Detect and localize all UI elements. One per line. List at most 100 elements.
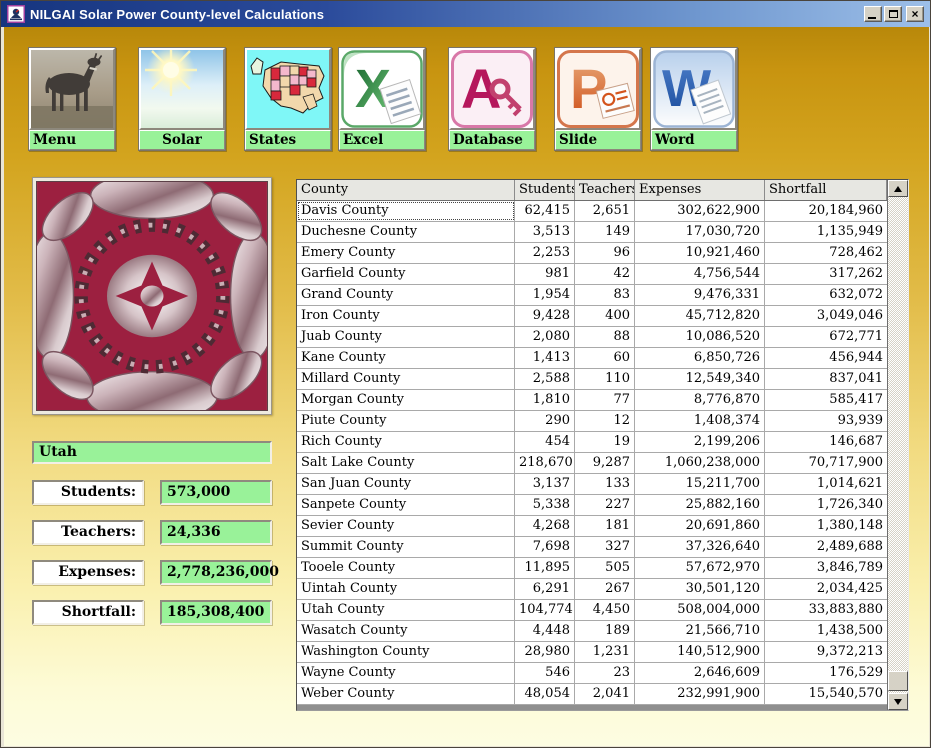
column-header-county[interactable]: County — [297, 180, 515, 200]
table-row[interactable]: Kane County 1,413 60 6,850,726 456,944 — [297, 348, 887, 369]
column-header-shortfall[interactable]: Shortfall — [765, 180, 887, 200]
toolbar-button-excel[interactable]: X Excel — [338, 47, 426, 151]
toolbar-button-slide[interactable]: P Slide — [554, 47, 642, 151]
excel-logo-icon: X — [339, 48, 425, 130]
expenses-cell: 302,622,900 — [635, 201, 765, 221]
table-row[interactable]: Utah County 104,774 4,450 508,004,000 33… — [297, 600, 887, 621]
toolbar-button-database[interactable]: A Database — [448, 47, 536, 151]
teachers-cell: 400 — [575, 306, 635, 326]
toolbar-button-states[interactable]: States — [244, 47, 332, 151]
teachers-cell: 133 — [575, 474, 635, 494]
arrow-up-icon — [894, 186, 902, 192]
county-cell: Summit County — [297, 537, 515, 557]
close-button[interactable]: × — [906, 6, 924, 22]
table-row[interactable]: Duchesne County 3,513 149 17,030,720 1,1… — [297, 222, 887, 243]
table-row[interactable]: Summit County 7,698 327 37,326,640 2,489… — [297, 537, 887, 558]
us-map-icon — [245, 48, 331, 130]
teachers-cell: 227 — [575, 495, 635, 515]
shortfall-cell: 585,417 — [765, 390, 887, 410]
table-row[interactable]: Juab County 2,080 88 10,086,520 672,771 — [297, 327, 887, 348]
table-row[interactable]: Salt Lake County 218,670 9,287 1,060,238… — [297, 453, 887, 474]
expenses-cell: 8,776,870 — [635, 390, 765, 410]
expenses-cell: 10,086,520 — [635, 327, 765, 347]
students-cell: 9,428 — [515, 306, 575, 326]
scroll-down-button[interactable] — [888, 693, 908, 710]
county-cell: San Juan County — [297, 474, 515, 494]
students-cell: 981 — [515, 264, 575, 284]
expenses-label: Expenses: — [32, 560, 144, 585]
state-name-field[interactable]: Utah — [32, 441, 272, 464]
expenses-cell: 20,691,860 — [635, 516, 765, 536]
table-row[interactable]: Millard County 2,588 110 12,549,340 837,… — [297, 369, 887, 390]
maximize-button[interactable] — [884, 6, 902, 22]
shortfall-cell: 317,262 — [765, 264, 887, 284]
scrollbar-thumb[interactable] — [888, 671, 908, 691]
table-row[interactable]: Wasatch County 4,448 189 21,566,710 1,43… — [297, 621, 887, 642]
teachers-cell: 9,287 — [575, 453, 635, 473]
teachers-cell: 505 — [575, 558, 635, 578]
table-row[interactable]: Wayne County 546 23 2,646,609 176,529 — [297, 663, 887, 684]
teachers-cell: 23 — [575, 663, 635, 683]
vertical-scrollbar[interactable] — [887, 180, 908, 710]
shortfall-cell: 176,529 — [765, 663, 887, 683]
expenses-cell: 30,501,120 — [635, 579, 765, 599]
table-row[interactable]: Iron County 9,428 400 45,712,820 3,049,0… — [297, 306, 887, 327]
shortfall-cell: 2,489,688 — [765, 537, 887, 557]
toolbar-button-menu[interactable]: Menu — [28, 47, 116, 151]
shortfall-cell: 1,135,949 — [765, 222, 887, 242]
teachers-cell: 189 — [575, 621, 635, 641]
toolbar-button-solar[interactable]: Solar — [138, 47, 226, 151]
table-row[interactable]: Morgan County 1,810 77 8,776,870 585,417 — [297, 390, 887, 411]
teachers-cell: 96 — [575, 243, 635, 263]
county-cell: Sevier County — [297, 516, 515, 536]
county-cell: Utah County — [297, 600, 515, 620]
fractal-image — [32, 177, 272, 415]
shortfall-cell: 146,687 — [765, 432, 887, 452]
table-row[interactable]: San Juan County 3,137 133 15,211,700 1,0… — [297, 474, 887, 495]
expenses-cell: 21,566,710 — [635, 621, 765, 641]
minimize-button[interactable] — [864, 6, 882, 22]
teachers-cell: 19 — [575, 432, 635, 452]
scroll-up-button[interactable] — [888, 180, 908, 197]
table-row[interactable]: Piute County 290 12 1,408,374 93,939 — [297, 411, 887, 432]
students-cell: 290 — [515, 411, 575, 431]
expenses-field[interactable]: 2,778,236,000 — [160, 560, 272, 585]
toolbar-label-database: Database — [449, 130, 535, 150]
table-row[interactable]: Emery County 2,253 96 10,921,460 728,462 — [297, 243, 887, 264]
table-row[interactable]: Tooele County 11,895 505 57,672,970 3,84… — [297, 558, 887, 579]
table-row[interactable]: Sanpete County 5,338 227 25,882,160 1,72… — [297, 495, 887, 516]
table-row[interactable]: Grand County 1,954 83 9,476,331 632,072 — [297, 285, 887, 306]
students-cell: 4,268 — [515, 516, 575, 536]
toolbar-label-excel: Excel — [339, 130, 425, 150]
teachers-cell: 77 — [575, 390, 635, 410]
expenses-cell: 25,882,160 — [635, 495, 765, 515]
table-row[interactable]: Weber County 48,054 2,041 232,991,900 15… — [297, 684, 887, 705]
column-header-expenses[interactable]: Expenses — [635, 180, 765, 200]
table-row[interactable]: Garfield County 981 42 4,756,544 317,262 — [297, 264, 887, 285]
shortfall-cell: 2,034,425 — [765, 579, 887, 599]
shortfall-cell: 1,726,340 — [765, 495, 887, 515]
table-row[interactable]: Davis County 62,415 2,651 302,622,900 20… — [297, 201, 887, 222]
table-row[interactable]: Washington County 28,980 1,231 140,512,9… — [297, 642, 887, 663]
students-cell: 1,413 — [515, 348, 575, 368]
teachers-cell: 2,041 — [575, 684, 635, 704]
students-field[interactable]: 573,000 — [160, 480, 272, 505]
window-controls: × — [864, 6, 924, 22]
teachers-field[interactable]: 24,336 — [160, 520, 272, 545]
county-cell: Davis County — [297, 201, 515, 221]
teachers-cell: 327 — [575, 537, 635, 557]
table-row[interactable]: Uintah County 6,291 267 30,501,120 2,034… — [297, 579, 887, 600]
column-header-students[interactable]: Students — [515, 180, 575, 200]
county-cell: Uintah County — [297, 579, 515, 599]
shortfall-field[interactable]: 185,308,400 — [160, 600, 272, 625]
toolbar-button-word[interactable]: W Word — [650, 47, 738, 151]
teachers-cell: 2,651 — [575, 201, 635, 221]
county-cell: Sanpete County — [297, 495, 515, 515]
county-table: County Students Teachers Expenses Shortf… — [296, 179, 909, 711]
table-row[interactable]: Rich County 454 19 2,199,206 146,687 — [297, 432, 887, 453]
table-row[interactable]: Sevier County 4,268 181 20,691,860 1,380… — [297, 516, 887, 537]
county-cell: Salt Lake County — [297, 453, 515, 473]
column-header-teachers[interactable]: Teachers — [575, 180, 635, 200]
title-bar: NILGAI Solar Power County-level Calculat… — [1, 1, 930, 27]
shortfall-cell: 728,462 — [765, 243, 887, 263]
